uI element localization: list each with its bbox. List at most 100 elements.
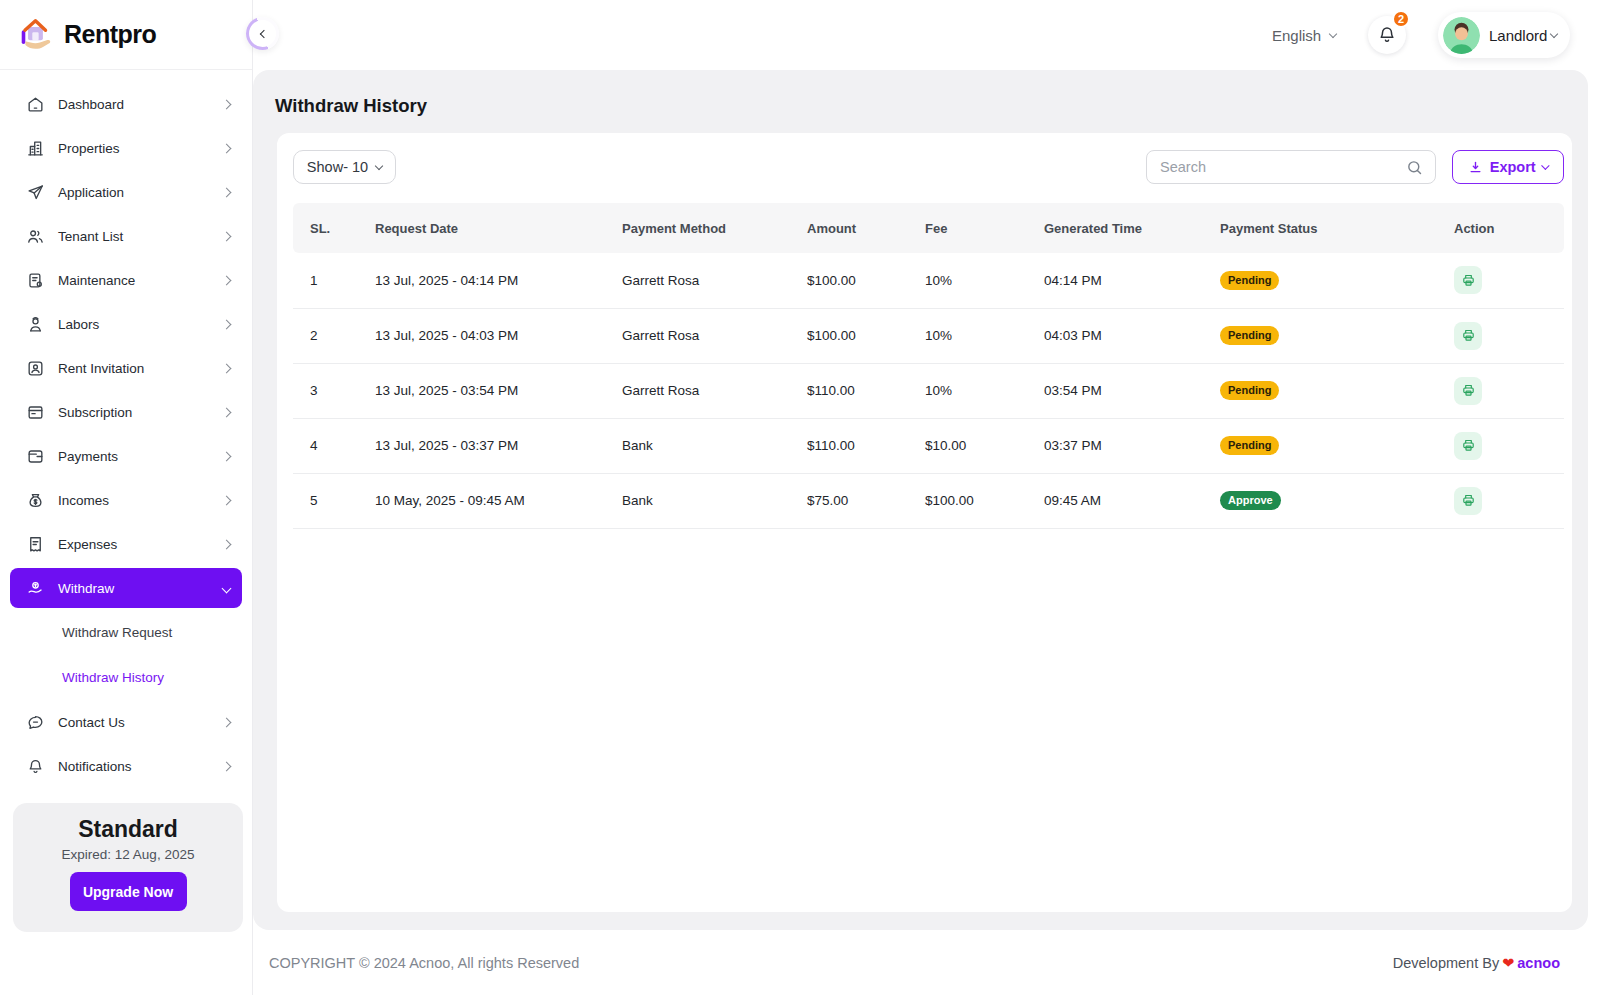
cell-request-date: 13 Jul, 2025 - 03:54 PM	[359, 363, 606, 418]
money-bag-icon	[26, 491, 45, 510]
users-icon	[26, 227, 45, 246]
cell-fee: $10.00	[909, 418, 1028, 473]
bell-icon	[26, 757, 45, 776]
print-button[interactable]	[1454, 432, 1482, 460]
sidebar-subitem-withdraw-history[interactable]: Withdraw History	[10, 657, 242, 698]
brand-name: Rentpro	[64, 20, 156, 49]
cell-fee: $100.00	[909, 473, 1028, 528]
chevron-down-icon	[222, 583, 232, 593]
chevron-right-icon	[222, 539, 232, 549]
notifications-button[interactable]: 2	[1368, 16, 1406, 54]
cell-sl: 2	[293, 308, 359, 363]
cell-payment-status: Pending	[1204, 308, 1438, 363]
receipt-icon	[26, 535, 45, 554]
clipboard-gear-icon	[26, 271, 45, 290]
cell-sl: 5	[293, 473, 359, 528]
cell-payment-method: Garrett Rosa	[606, 363, 791, 418]
print-button[interactable]	[1454, 322, 1482, 350]
cell-action	[1438, 418, 1564, 473]
search-input[interactable]	[1147, 159, 1406, 175]
printer-icon	[1461, 273, 1476, 288]
cell-fee: 10%	[909, 253, 1028, 308]
bell-icon	[1377, 25, 1397, 45]
chevron-right-icon	[222, 187, 232, 197]
export-button[interactable]: Export	[1452, 150, 1564, 184]
chevron-down-icon	[1329, 30, 1337, 38]
cell-amount: $75.00	[791, 473, 909, 528]
cell-payment-method: Garrett Rosa	[606, 308, 791, 363]
sidebar-item-rent-invitation[interactable]: Rent Invitation	[10, 348, 242, 388]
cell-request-date: 13 Jul, 2025 - 04:03 PM	[359, 308, 606, 363]
withdraw-history-table: SL. Request Date Payment Method Amount F…	[293, 203, 1564, 529]
sidebar-item-notifications[interactable]: Notifications	[10, 746, 242, 786]
table-card: Show- 10 Export SL. Request Date Payment…	[277, 133, 1572, 912]
cell-generated-time: 09:45 AM	[1028, 473, 1204, 528]
sidebar-item-dashboard[interactable]: Dashboard	[10, 84, 242, 124]
printer-icon	[1461, 328, 1476, 343]
sidebar-item-incomes[interactable]: Incomes	[10, 480, 242, 520]
cell-payment-status: Pending	[1204, 363, 1438, 418]
payment-status-badge: Approve	[1220, 491, 1281, 510]
footer: COPYRIGHT © 2024 Acnoo, All rights Reser…	[253, 930, 1600, 995]
table-body: 113 Jul, 2025 - 04:14 PMGarrett Rosa$100…	[293, 253, 1564, 528]
cell-action	[1438, 473, 1564, 528]
sidebar-item-withdraw[interactable]: Withdraw	[10, 568, 242, 608]
sidebar-item-contact-us[interactable]: Contact Us	[10, 702, 242, 742]
show-entries-select[interactable]: Show- 10	[293, 150, 396, 184]
cell-payment-method: Bank	[606, 418, 791, 473]
acnoo-link[interactable]: acnoo	[1517, 955, 1560, 971]
chevron-right-icon	[222, 717, 232, 727]
upgrade-now-button[interactable]: Upgrade Now	[70, 872, 187, 911]
sidebar-item-payments[interactable]: Payments	[10, 436, 242, 476]
table-header-row: SL. Request Date Payment Method Amount F…	[293, 203, 1564, 253]
language-selector[interactable]: English	[1272, 0, 1336, 70]
sidebar-collapse-button[interactable]	[246, 17, 279, 50]
plan-name: Standard	[13, 816, 243, 843]
cell-action	[1438, 253, 1564, 308]
sidebar-item-properties[interactable]: Properties	[10, 128, 242, 168]
cell-generated-time: 04:14 PM	[1028, 253, 1204, 308]
rentpro-logo-icon	[18, 17, 54, 53]
cell-request-date: 10 May, 2025 - 09:45 AM	[359, 473, 606, 528]
sidebar-item-maintenance[interactable]: Maintenance	[10, 260, 242, 300]
sidebar-item-subscription[interactable]: Subscription	[10, 392, 242, 432]
cell-generated-time: 03:54 PM	[1028, 363, 1204, 418]
sidebar-item-application[interactable]: Application	[10, 172, 242, 212]
column-header-generated-time: Generated Time	[1028, 203, 1204, 253]
chevron-right-icon	[222, 143, 232, 153]
cell-fee: 10%	[909, 308, 1028, 363]
copyright-text: COPYRIGHT © 2024 Acnoo, All rights Reser…	[269, 955, 579, 971]
search-box	[1146, 150, 1436, 184]
notification-count-badge: 2	[1392, 10, 1410, 28]
chevron-down-icon	[1542, 162, 1550, 170]
user-menu[interactable]: Landlord	[1438, 12, 1570, 58]
cell-fee: 10%	[909, 363, 1028, 418]
chevron-right-icon	[222, 363, 232, 373]
printer-icon	[1461, 493, 1476, 508]
column-header-action: Action	[1438, 203, 1564, 253]
sidebar-item-expenses[interactable]: Expenses	[10, 524, 242, 564]
hand-coin-icon	[26, 579, 45, 598]
print-button[interactable]	[1454, 377, 1482, 405]
print-button[interactable]	[1454, 266, 1482, 294]
cell-action	[1438, 363, 1564, 418]
print-button[interactable]	[1454, 487, 1482, 515]
chevron-down-icon	[375, 161, 383, 169]
sidebar-item-labors[interactable]: Labors	[10, 304, 242, 344]
table-row: 510 May, 2025 - 09:45 AMBank$75.00$100.0…	[293, 473, 1564, 528]
chevron-right-icon	[222, 407, 232, 417]
download-icon	[1468, 160, 1483, 175]
plan-expiry: Expired: 12 Aug, 2025	[13, 847, 243, 862]
heart-icon: ❤	[1502, 955, 1514, 971]
avatar	[1443, 17, 1480, 54]
column-header-payment-method: Payment Method	[606, 203, 791, 253]
chevron-right-icon	[222, 495, 232, 505]
sidebar-subitem-withdraw-request[interactable]: Withdraw Request	[10, 612, 242, 653]
sidebar-nav: Dashboard Properties Application Tenant …	[0, 70, 252, 786]
top-header: English 2 Landlord	[253, 0, 1600, 70]
sidebar-item-tenant-list[interactable]: Tenant List	[10, 216, 242, 256]
cell-sl: 4	[293, 418, 359, 473]
table-row: 313 Jul, 2025 - 03:54 PMGarrett Rosa$110…	[293, 363, 1564, 418]
chat-icon	[26, 713, 45, 732]
column-header-fee: Fee	[909, 203, 1028, 253]
